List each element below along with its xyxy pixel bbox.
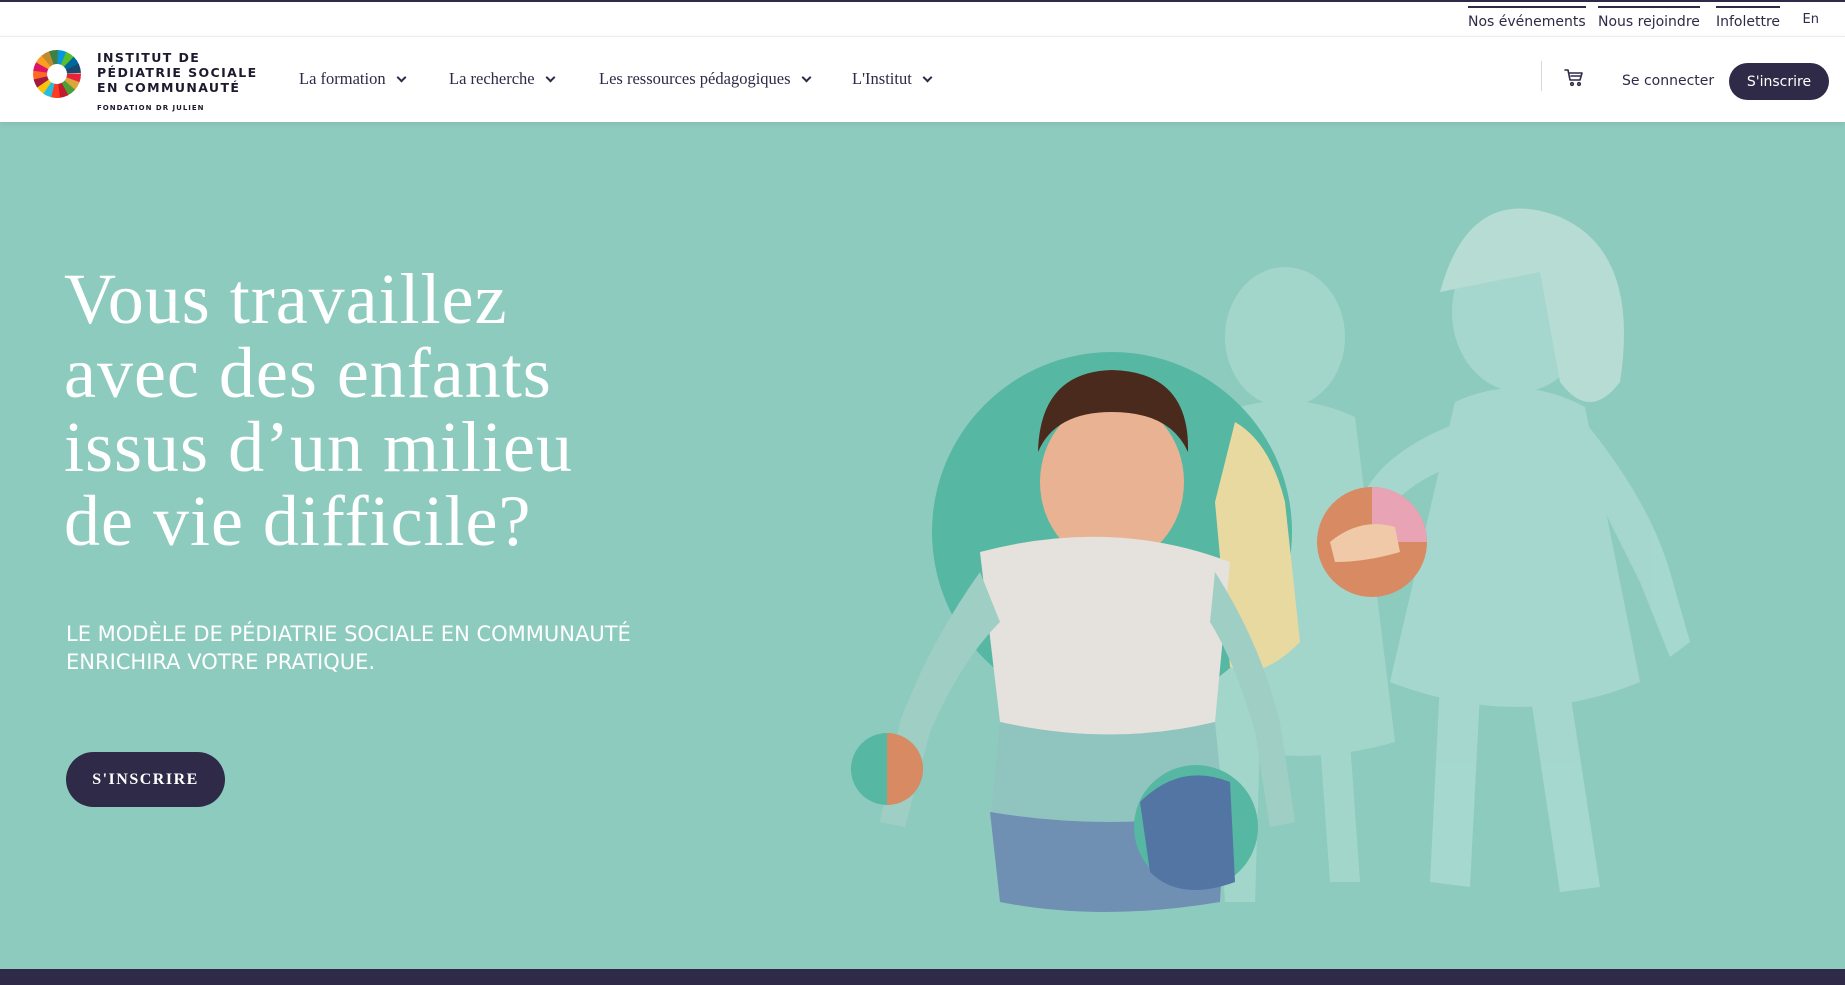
main-header: INSTITUT DE PÉDIATRIE SOCIALE EN COMMUNA… bbox=[0, 36, 1845, 122]
nav-recherche-label: La recherche bbox=[449, 69, 535, 88]
footer-strip bbox=[0, 969, 1845, 985]
nav-institut[interactable]: L'Institut bbox=[852, 69, 933, 89]
join-link[interactable]: Nous rejoindre bbox=[1598, 6, 1700, 32]
nav-formation-label: La formation bbox=[299, 69, 386, 88]
hero-heading: Vous travaillez avec des enfants issus d… bbox=[64, 262, 764, 558]
nav-institut-label: L'Institut bbox=[852, 69, 912, 88]
cart-icon[interactable] bbox=[1562, 65, 1586, 89]
hero-heading-line-1: Vous travaillez bbox=[64, 259, 508, 339]
brand-line-3: EN COMMUNAUTÉ bbox=[97, 80, 241, 95]
brand-line-1: INSTITUT DE bbox=[97, 50, 201, 65]
login-link[interactable]: Se connecter bbox=[1622, 73, 1714, 89]
brand-line-2: PÉDIATRIE SOCIALE bbox=[97, 65, 258, 80]
hero-heading-line-4: de vie difficile? bbox=[64, 481, 532, 561]
hero-subtitle-line-2: ENRICHIRA VOTRE PRATIQUE. bbox=[66, 650, 376, 674]
brand-name[interactable]: INSTITUT DE PÉDIATRIE SOCIALE EN COMMUNA… bbox=[97, 50, 258, 95]
signup-button[interactable]: S'inscrire bbox=[1729, 63, 1829, 100]
brand-foundation: FONDATION DR JULIEN bbox=[97, 104, 205, 112]
hero-signup-button[interactable]: S'INSCRIRE bbox=[66, 752, 225, 807]
hero-subtitle-line-1: LE MODÈLE DE PÉDIATRIE SOCIALE EN COMMUN… bbox=[66, 622, 631, 646]
header-divider bbox=[1541, 61, 1542, 91]
events-link[interactable]: Nos événements bbox=[1468, 6, 1586, 32]
chevron-down-icon bbox=[801, 72, 811, 82]
utility-bar: Nos événements Nous rejoindre Infolettre… bbox=[0, 0, 1845, 36]
chevron-down-icon bbox=[922, 72, 933, 82]
hero-section: Vous travaillez avec des enfants issus d… bbox=[0, 122, 1845, 969]
hero-subtitle: LE MODÈLE DE PÉDIATRIE SOCIALE EN COMMUN… bbox=[66, 620, 706, 676]
hero-heading-line-2: avec des enfants bbox=[64, 333, 552, 413]
newsletter-link[interactable]: Infolettre bbox=[1716, 6, 1781, 32]
chevron-down-icon bbox=[545, 72, 556, 82]
nav-recherche[interactable]: La recherche bbox=[449, 69, 556, 89]
nav-formation[interactable]: La formation bbox=[299, 69, 407, 89]
chevron-down-icon bbox=[396, 72, 407, 82]
nav-ressources-label: Les ressources pédagogiques bbox=[599, 69, 791, 88]
language-toggle[interactable]: En bbox=[1803, 12, 1819, 27]
hero-heading-line-3: issus d’un milieu bbox=[64, 407, 574, 487]
nav-ressources[interactable]: Les ressources pédagogiques bbox=[599, 69, 811, 89]
logo-icon[interactable] bbox=[32, 49, 82, 99]
